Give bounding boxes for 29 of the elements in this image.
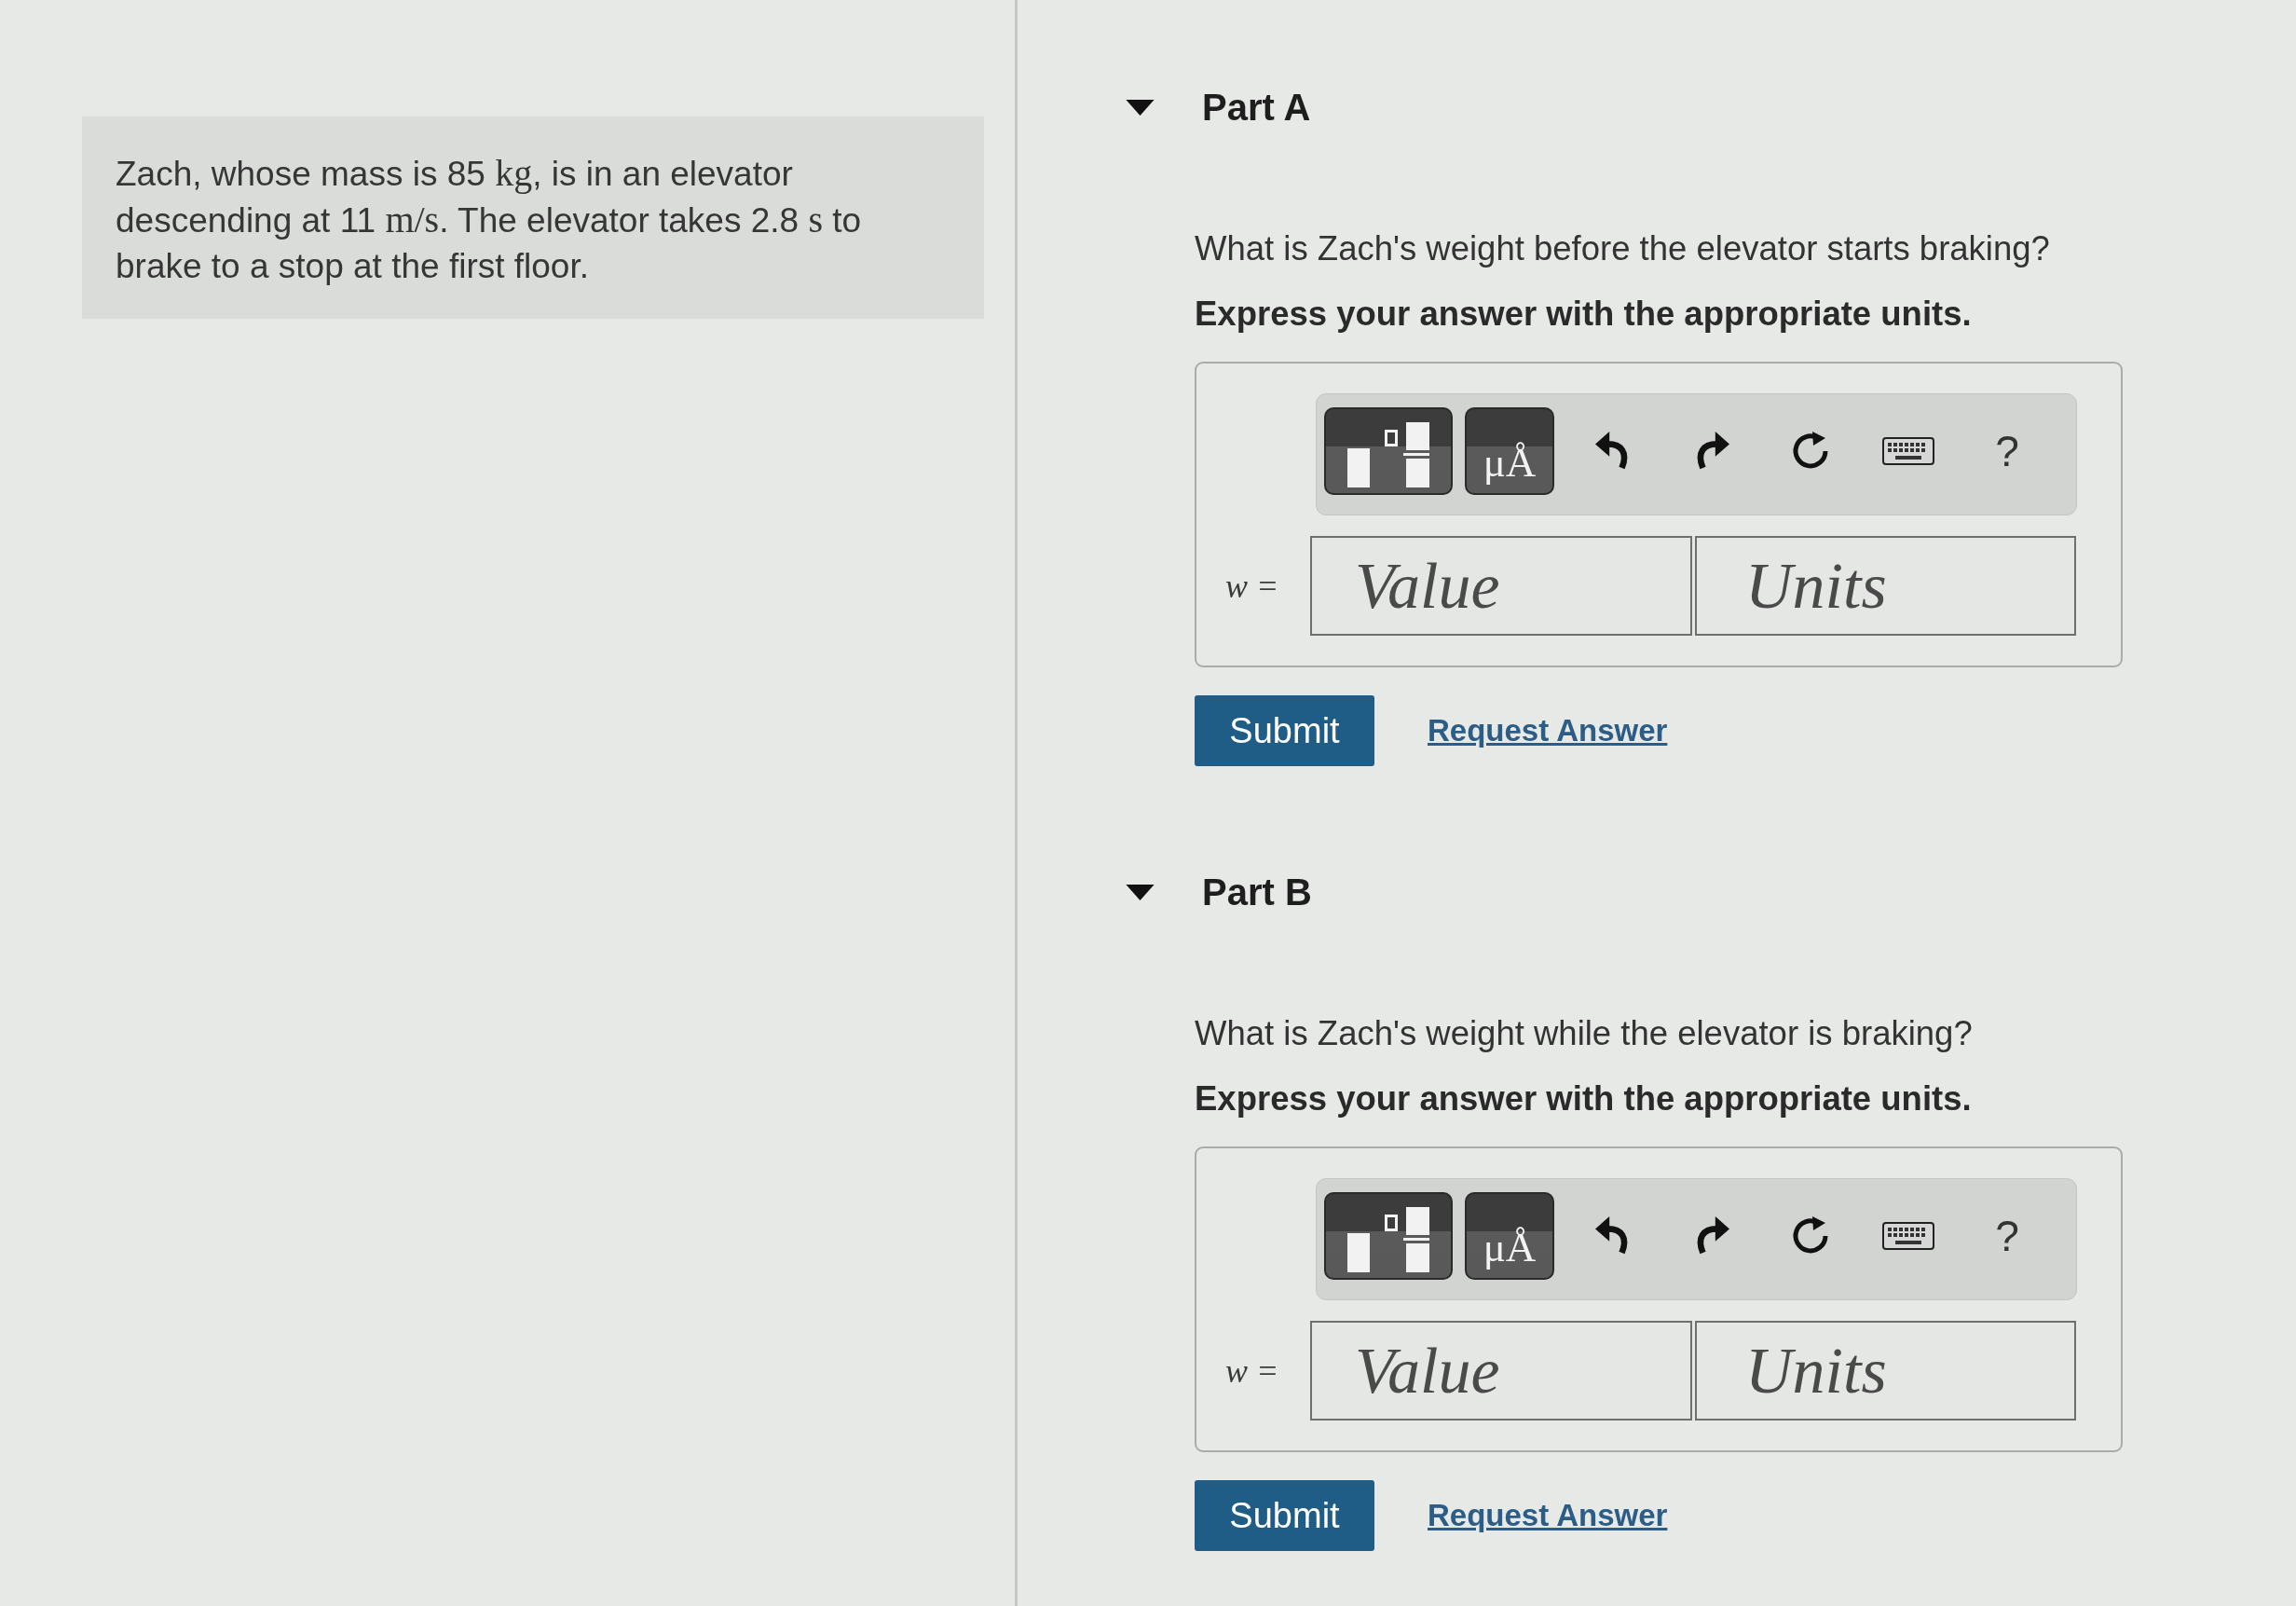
templates-button[interactable]	[1324, 1191, 1453, 1280]
keyboard-icon	[1882, 1221, 1935, 1250]
instruction-text: Express your answer with the appropriate units.	[1195, 294, 1973, 335]
problem-text: Zach, whose mass is 85 kg, is in an elevator descending at 11 m/s. The elevator takes 2.8 s to brake to a stop at the first floor.	[116, 151, 863, 287]
help-button[interactable]: ?	[1958, 422, 2057, 479]
variable-label: w =	[1225, 1351, 1279, 1391]
question-text: What is Zach's weight while the elevator is braking?	[1195, 1013, 1974, 1054]
value-field[interactable]: Value	[1310, 1321, 1692, 1421]
fraction-template-icon	[1346, 1206, 1429, 1272]
templates-button[interactable]	[1324, 406, 1453, 495]
help-button[interactable]: ?	[1958, 1207, 2057, 1264]
question-text: What is Zach's weight before the elevator starts braking?	[1195, 228, 2051, 269]
instruction-text: Express your answer with the appropriate units.	[1195, 1078, 1973, 1119]
submit-button[interactable]: Submit	[1195, 695, 1374, 766]
part-title: Part A	[1202, 86, 1311, 129]
units-button[interactable]: μÅ	[1464, 1191, 1555, 1280]
keyboard-icon	[1882, 436, 1935, 465]
units-button[interactable]: μÅ	[1464, 406, 1555, 495]
request-answer-link[interactable]: Request Answer	[1428, 1498, 1668, 1533]
request-answer-link[interactable]: Request Answer	[1428, 713, 1668, 748]
caret-down-icon[interactable]	[1126, 99, 1155, 116]
units-field[interactable]: Units	[1695, 1321, 2076, 1421]
value-field[interactable]: Value	[1310, 536, 1692, 636]
caret-down-icon[interactable]	[1126, 884, 1155, 900]
submit-button[interactable]: Submit	[1195, 1480, 1374, 1551]
units-field[interactable]: Units	[1695, 536, 2076, 636]
part-title: Part B	[1202, 871, 1312, 913]
fraction-template-icon	[1346, 421, 1429, 487]
variable-label: w =	[1225, 566, 1279, 606]
